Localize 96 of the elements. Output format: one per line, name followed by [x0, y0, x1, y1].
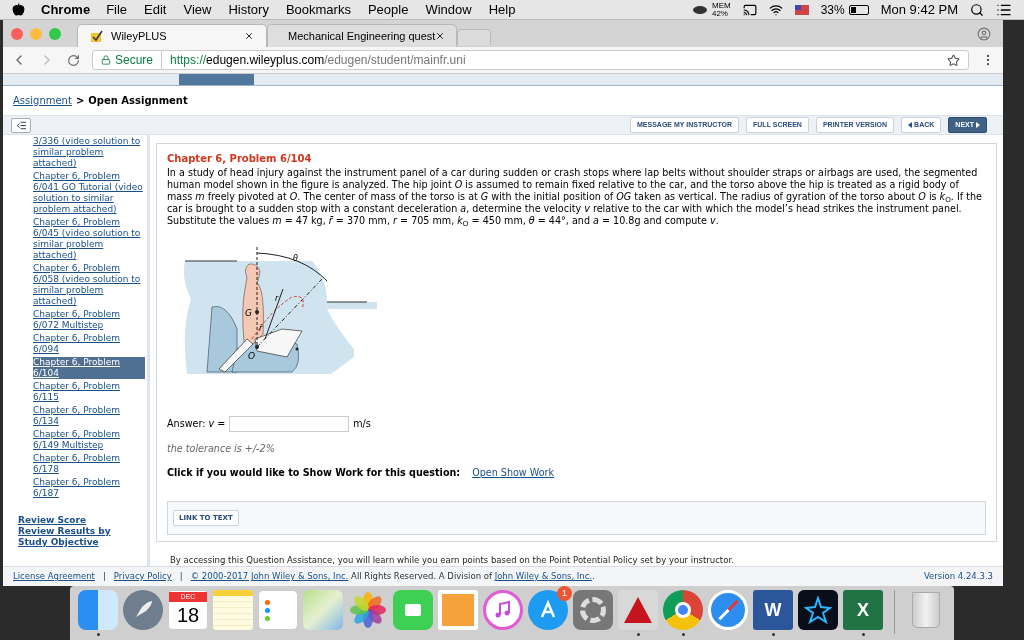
problem-link[interactable]: Chapter 6, Problem 6/041 GO Tutorial (video solution to similar problem attached) [33, 171, 145, 215]
problem-link[interactable]: Chapter 6, Problem 6/094 [33, 333, 145, 355]
problem-link[interactable]: Chapter 6, Problem 6/072 Multistep [33, 309, 145, 331]
battery-icon[interactable] [848, 4, 869, 15]
menu-item[interactable]: People [367, 0, 409, 20]
unit-label: m/s [353, 416, 371, 431]
menu-item[interactable]: Edit [144, 0, 167, 20]
profile-icon[interactable] [977, 27, 991, 41]
separator: | [102, 570, 106, 583]
separator: | [179, 570, 183, 583]
bookmark-star-icon[interactable] [947, 53, 960, 67]
notification-badge: 1 [557, 586, 572, 601]
collapse-sidebar-button[interactable] [11, 117, 31, 133]
problem-link[interactable]: 3/336 (video solution to similar problem attached) [33, 136, 145, 169]
excel-letter: X [857, 598, 869, 622]
lock-icon [101, 55, 111, 65]
review-link[interactable]: Review Results by Study Objective [18, 526, 143, 548]
radius-bar-label: r̄ [259, 324, 263, 333]
center-of-mass-label: G [245, 308, 252, 318]
problem-link[interactable]: Chapter 6, Problem 6/187 [33, 477, 145, 499]
url-text: https://edugen.wileyplus.com/edugen/student/mainfr.uni [170, 52, 466, 69]
tab-title: Mechanical Engineering quest [288, 28, 436, 44]
menu-item[interactable]: History [228, 0, 269, 20]
problem-link[interactable]: Chapter 6, Problem 6/115 [33, 381, 145, 403]
secure-label: Secure [115, 51, 163, 69]
running-indicator [681, 633, 685, 636]
problem-title: Chapter 6, Problem 6/104 [167, 152, 313, 166]
open-show-work-link[interactable]: Open Show Work [472, 466, 555, 481]
airplay-icon[interactable] [742, 2, 757, 17]
menu-item[interactable]: File [106, 0, 128, 20]
breadcrumb-link[interactable]: Assignment [13, 93, 72, 108]
problem-link[interactable]: Chapter 6, Problem 6/178 [33, 453, 145, 475]
policy-notice: By accessing this Question Assistance, you will learn while you earn points based on the Point Potential Policy set by your instructor. [170, 553, 735, 566]
flower-icon[interactable] [348, 590, 388, 630]
copyright-notice: © 2000-2017 John Wiley & Sons, Inc. All Rights Reserved. A Division of John Wiley & Sons, Inc.. [190, 570, 595, 583]
close-icon[interactable] [244, 31, 254, 41]
answer-field[interactable] [229, 416, 350, 432]
search-icon[interactable] [970, 2, 984, 17]
answer-label: Answer: v = [167, 416, 226, 431]
close-icon[interactable] [435, 31, 446, 41]
app-store-icon[interactable] [528, 590, 568, 630]
show-work-prompt: Click if you would like to Show Work for this question: [167, 466, 461, 481]
gear-icon[interactable] [573, 590, 613, 630]
address-bar[interactable]: Secure https://edugen.wileyplus.com/edugen/student/mainfr.uni [92, 50, 969, 70]
compass-icon[interactable] [708, 590, 748, 630]
word-letter: W [764, 598, 782, 622]
checkmark-logo-icon [90, 29, 103, 43]
word-document-icon[interactable]: W [753, 590, 793, 630]
version-label: Version 4.24.3.3 [923, 570, 993, 583]
tab-title: WileyPLUS [111, 28, 167, 44]
browser-tab[interactable]: Mechanical Engineering quest [267, 24, 457, 47]
battery-percent: 33% [820, 1, 845, 19]
problem-link[interactable]: Chapter 6, Problem 6/149 Multistep [33, 429, 145, 451]
clock: Mon 9:42 PM [880, 0, 958, 19]
breadcrumb-separator: > [75, 94, 85, 108]
menu-app-name[interactable]: Chrome [41, 0, 91, 20]
menu-item[interactable]: View [183, 0, 212, 20]
tolerance-note: the tolerance is +/-2% [167, 442, 276, 456]
problem-link[interactable]: Chapter 6, Problem 6/104 [33, 357, 145, 379]
angle-label: θ [293, 254, 298, 263]
footer-link[interactable]: Privacy Policy [113, 570, 172, 583]
running-indicator [96, 633, 100, 636]
running-indicator [771, 633, 775, 636]
memory-label: MEM [711, 1, 731, 10]
reload-icon[interactable] [67, 53, 80, 67]
problem-statement: In a study of head injury against the instrument panel of a car during sudden or crash stops where lap belts without shoulder straps or airbags are used, the segmented human model shown in the figure is analyzed. The hip joint O is assumed to remain fixed relative to the car, and the torso above the hip is treated as a rigid body of mass m freely pivoted at O. The center of mass of the torso is at G with the initial position of OG taken as vertical. The radius of gyration of the torso about O is k$_{O}$. If the car is brought to a sudden stop with a constant deceleration a, determine the velocity v relative to the car with which the model’s head strikes the instrument panel. Substitute the values m = 47 kg, r̄ = 370 mm, r = 705 mm, k$_{O}$ = 450 mm, θ = 44°, and a = 10.8g and compute v. [167, 167, 983, 227]
apple-logo-icon[interactable] [12, 3, 25, 16]
copyright-link[interactable]: © 2000-2017 John Wiley & Sons, Inc. [190, 571, 349, 582]
menu-item[interactable]: Bookmarks [285, 0, 351, 20]
menu-item[interactable]: Help [488, 0, 516, 20]
left-triangle-icon [908, 122, 913, 128]
browser-tab[interactable]: WileyPLUS [77, 24, 267, 47]
calendar-day: 18 [176, 602, 200, 628]
flag-icon[interactable] [794, 4, 809, 15]
spreadsheet-icon[interactable]: X [843, 590, 883, 630]
problem-link[interactable]: Chapter 6, Problem 6/134 [33, 405, 145, 427]
radius-label: r [275, 294, 279, 303]
problem-link[interactable]: Chapter 6, Problem 6/045 (video solution to similar problem attached) [33, 217, 145, 261]
problem-link[interactable]: Chapter 6, Problem 6/058 (video solution to similar problem attached) [33, 263, 145, 307]
star-logo-icon[interactable] [798, 590, 838, 630]
pivot-label: O [248, 351, 256, 361]
chrome-logo-icon[interactable] [663, 590, 703, 630]
running-indicator [636, 633, 640, 636]
running-indicator [861, 633, 865, 636]
music-note-icon[interactable] [483, 590, 523, 630]
right-triangle-icon [976, 122, 980, 128]
checklist-icon[interactable] [258, 590, 298, 630]
close-window-button[interactable] [11, 27, 23, 40]
collapse-icon [15, 119, 27, 131]
footer-link[interactable]: License Agreement [13, 570, 95, 583]
menu-item[interactable]: Window [425, 0, 472, 20]
rocket-icon[interactable] [123, 590, 163, 630]
breadcrumb-current: Open Assignment [88, 94, 188, 108]
review-link[interactable]: Review Score [18, 515, 143, 526]
memory-value: 42% [711, 9, 729, 18]
wifi-icon[interactable] [768, 2, 783, 17]
